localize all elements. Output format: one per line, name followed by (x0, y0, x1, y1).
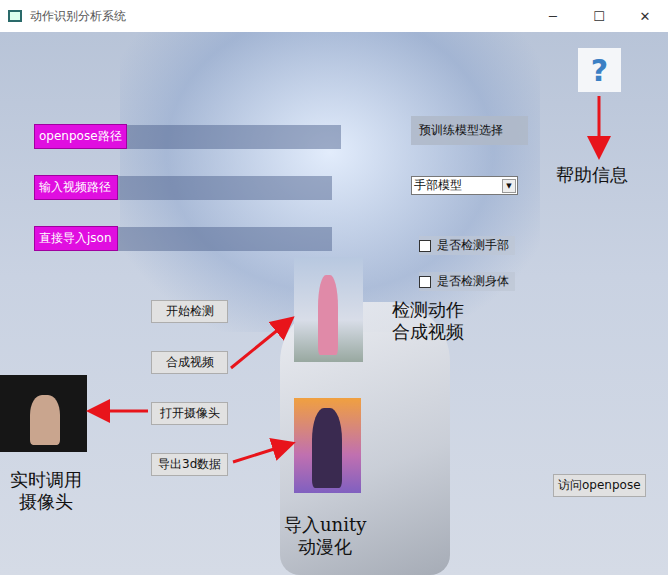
path-row: 直接导入json (34, 226, 341, 251)
annotation-label: 导入unity动漫化 (284, 514, 366, 558)
annotation-label: 检测动作合成视频 (392, 299, 464, 343)
window-title: 动作识别分析系统 (30, 8, 126, 25)
path-field[interactable] (118, 176, 332, 200)
red-arrow-icon (233, 444, 290, 462)
checkbox-row[interactable]: 是否检测手部 (419, 236, 515, 255)
main-canvas: openpose路径输入视频路径直接导入json 预训练模型选择手部模型▼ 是否检测… (0, 32, 668, 575)
window-control-button[interactable]: ✕ (622, 0, 668, 32)
dance-preview-photo (294, 257, 363, 362)
path-row: 输入视频路径 (34, 175, 341, 200)
model-dropdown[interactable]: 手部模型▼ (411, 176, 518, 195)
path-button[interactable]: 输入视频路径 (34, 175, 118, 200)
anime-preview-photo (294, 398, 361, 493)
red-arrow-icon (231, 320, 290, 368)
help-question-icon[interactable]: ? (591, 53, 608, 88)
red-arrow-icon (92, 410, 148, 413)
action-group: 开始检测合成视频打开摄像头导出3d数据 (151, 300, 228, 476)
path-field[interactable] (127, 125, 341, 149)
action-button[interactable]: 开始检测 (151, 300, 228, 323)
checkbox[interactable] (419, 240, 431, 252)
visit-openpose-button[interactable]: 访问openpose (553, 474, 646, 497)
action-button[interactable]: 打开摄像头 (151, 402, 228, 425)
path-row: openpose路径 (34, 124, 341, 149)
model-label: 预训练模型选择 (411, 116, 528, 145)
app-window: 动作识别分析系统 ─☐✕ openpose路径输入视频路径直接导入json 预训练模型… (0, 0, 668, 575)
action-button[interactable]: 合成视频 (151, 351, 228, 374)
path-button[interactable]: 直接导入json (34, 226, 118, 251)
path-group: openpose路径输入视频路径直接导入json (34, 124, 341, 251)
title-bar: 动作识别分析系统 ─☐✕ (0, 0, 668, 32)
annotation-arrows (0, 32, 668, 575)
app-icon (8, 10, 22, 22)
window-control-button[interactable]: ☐ (576, 0, 622, 32)
action-button[interactable]: 导出3d数据 (151, 453, 228, 476)
help-button[interactable]: ? (578, 48, 621, 92)
red-arrow-icon (598, 96, 601, 154)
webcam-preview-photo (0, 375, 87, 452)
window-control-button[interactable]: ─ (530, 0, 576, 32)
path-button[interactable]: openpose路径 (34, 124, 127, 149)
path-field[interactable] (118, 227, 332, 251)
dropdown-arrow-icon[interactable]: ▼ (502, 179, 516, 193)
option-group: 预训练模型选择手部模型▼ 是否检测手部是否检测身体 (411, 116, 528, 291)
checkbox[interactable] (419, 276, 431, 288)
annotation-label: 实时调用摄像头 (10, 469, 82, 513)
annotation-label: 帮助信息 (556, 164, 628, 186)
checkbox-row[interactable]: 是否检测身体 (419, 272, 515, 291)
